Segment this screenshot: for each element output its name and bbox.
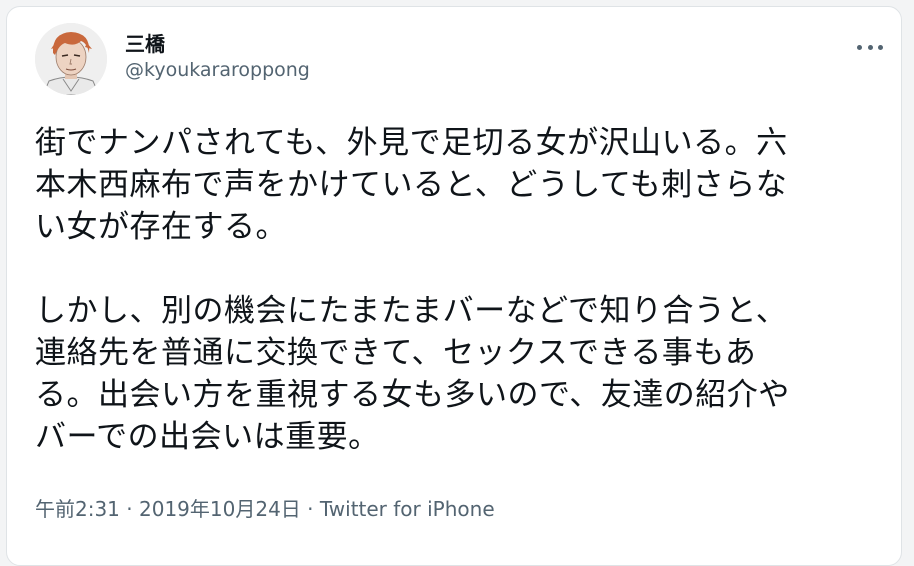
tweet-date[interactable]: 2019年10月24日 xyxy=(139,497,301,521)
tweet-line: 街でナンパされても、外見で足切る女が沢山いる。六 xyxy=(35,125,788,161)
tweet-line: 連絡先を普通に交換できて、セックスできる事もあ xyxy=(35,335,757,371)
more-horizontal-icon-dot-2 xyxy=(867,44,873,50)
tweet-card: 三橋 @kyoukararoppong 街でナンパされても、外見で足切る女が沢山… xyxy=(6,6,902,566)
tweet-line: しかし、別の機会にたまたまバーなどで知り合うと、 xyxy=(35,293,788,329)
avatar-illustration xyxy=(35,23,107,95)
meta-separator: · xyxy=(300,497,320,521)
tweet-line: る。出会い方を重視する女も多いので、友達の紹介や xyxy=(35,377,790,413)
tweet-line: 本木西麻布で声をかけていると、どうしても刺さらな xyxy=(35,167,788,203)
display-name[interactable]: 三橋 xyxy=(125,31,165,57)
more-options-button[interactable] xyxy=(853,35,887,59)
tweet-source[interactable]: Twitter for iPhone xyxy=(320,497,495,521)
tweet-text: 街でナンパされても、外見で足切る女が沢山いる。六 本木西麻布で声をかけていると、… xyxy=(35,122,875,458)
more-horizontal-icon xyxy=(857,44,862,50)
tweet-time[interactable]: 午前2:31 xyxy=(35,497,120,521)
avatar[interactable] xyxy=(35,23,107,95)
meta-separator: · xyxy=(119,497,139,521)
more-horizontal-icon-dot-3 xyxy=(878,44,883,50)
tweet-line: い女が存在する。 xyxy=(35,209,287,245)
tweet-line: バーでの出会いは重要。 xyxy=(35,419,380,455)
user-handle[interactable]: @kyoukararoppong xyxy=(125,57,310,83)
tweet-meta: 午前2:31 · 2019年10月24日 · Twitter for iPhon… xyxy=(35,496,495,522)
